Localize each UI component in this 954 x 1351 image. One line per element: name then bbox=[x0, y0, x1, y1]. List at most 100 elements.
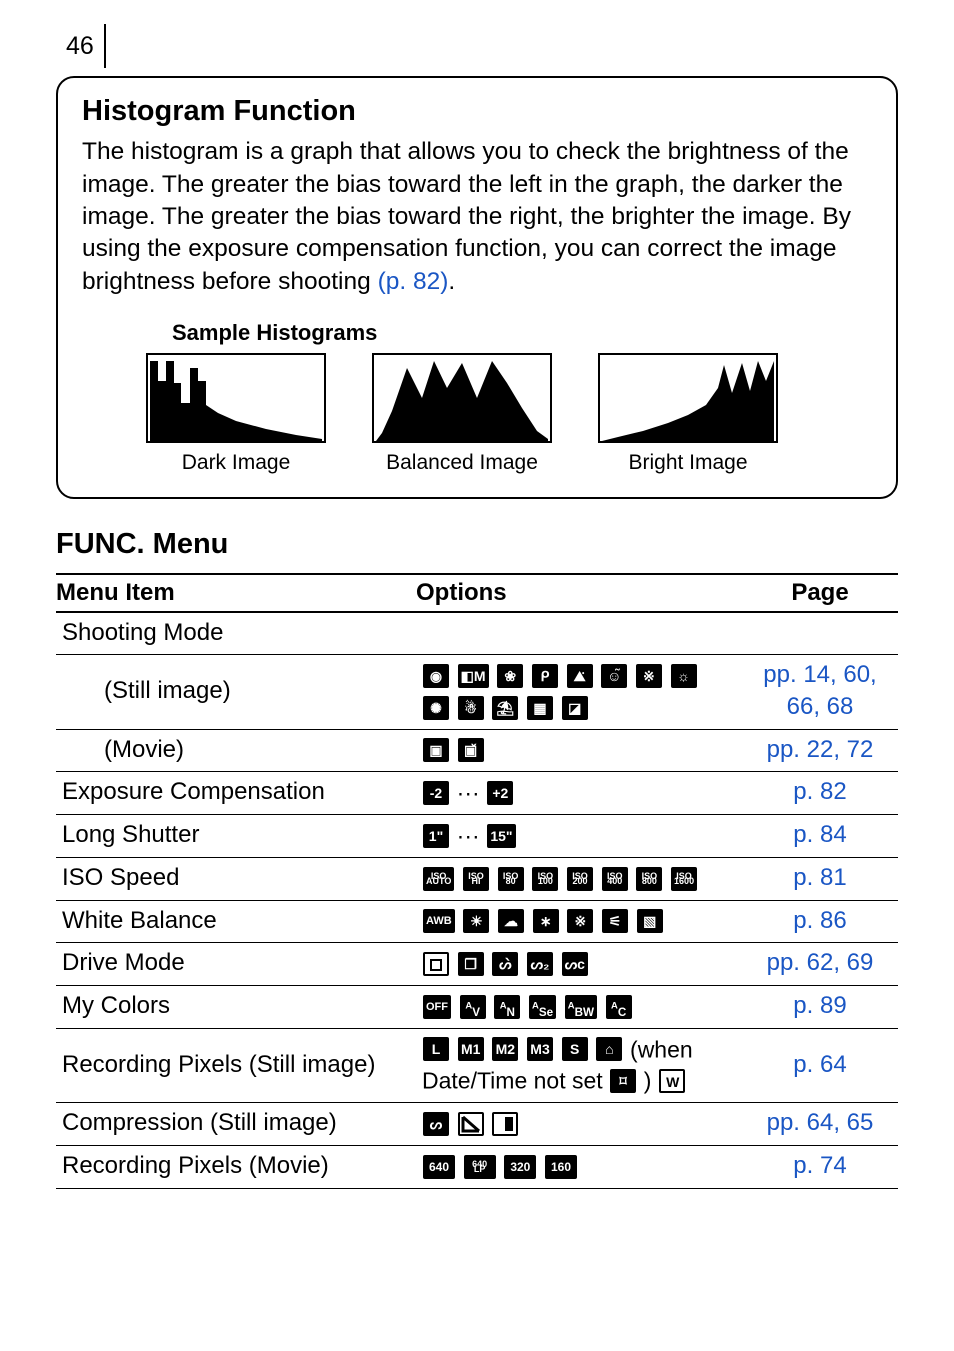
cell-rec-px-still-page[interactable]: p. 64 bbox=[742, 1028, 898, 1103]
movpx-640lp-icon: 640LP bbox=[464, 1155, 496, 1179]
movie-standard-icon: ▣ bbox=[423, 738, 449, 762]
comp-fine-icon bbox=[458, 1112, 484, 1136]
comp-superfine-icon: ᔕ bbox=[423, 1112, 449, 1136]
cell-rec-px-movie-label: Recording Pixels (Movie) bbox=[56, 1145, 416, 1188]
exp-minus-icon: -2 bbox=[423, 781, 449, 805]
wb-fluorescent-h-icon: ⚟ bbox=[602, 909, 628, 933]
histogram-dark-icon bbox=[146, 353, 326, 443]
cell-compression-label: Compression (Still image) bbox=[56, 1103, 416, 1146]
recpx-m3-icon: M3 bbox=[527, 1037, 553, 1061]
cell-rec-px-movie-options: 640 640LP 320 160 bbox=[416, 1145, 742, 1188]
cell-long-shutter-page[interactable]: p. 84 bbox=[742, 815, 898, 858]
recpx-s-icon: S bbox=[562, 1037, 588, 1061]
info-box-tail: . bbox=[448, 268, 455, 295]
row-drive: Drive Mode ❐ ᔕ̀ ᔕ₂ ᔕc pp. 62, 69 bbox=[56, 943, 898, 986]
recpx-m1-icon: M1 bbox=[458, 1037, 484, 1061]
cell-still-label: (Still image) bbox=[56, 655, 416, 729]
cell-movie-options: ▣ ▣̌ bbox=[416, 729, 742, 772]
row-exp-comp: Exposure Compensation -2 ··· +2 p. 82 bbox=[56, 772, 898, 815]
cell-exp-comp-options: -2 ··· +2 bbox=[416, 772, 742, 815]
cell-my-colors-label: My Colors bbox=[56, 985, 416, 1028]
mc-custom-icon: ᴬC bbox=[606, 995, 632, 1019]
cell-still-page[interactable]: pp. 14, 60, 66, 68 bbox=[742, 655, 898, 729]
cell-iso-page[interactable]: p. 81 bbox=[742, 857, 898, 900]
table-header-options: Options bbox=[416, 574, 742, 612]
cell-movie-page[interactable]: pp. 22, 72 bbox=[742, 729, 898, 772]
mode-beach-icon: ⛱ bbox=[492, 696, 518, 720]
mode-portrait-icon: ᑭ bbox=[532, 664, 558, 688]
recpx-wide-icon: W bbox=[659, 1069, 685, 1093]
mode-night-snapshot-icon: ⛰̇ bbox=[567, 664, 593, 688]
comp-normal-icon bbox=[492, 1112, 518, 1136]
mc-off-icon: OFF bbox=[423, 995, 451, 1019]
exp-plus-icon: +2 bbox=[487, 781, 513, 805]
cell-long-shutter-options: 1" ··· 15" bbox=[416, 815, 742, 858]
cell-compression-options: ᔕ bbox=[416, 1103, 742, 1146]
cell-wb-label: White Balance bbox=[56, 900, 416, 943]
wb-fluorescent-icon: ※ bbox=[567, 909, 593, 933]
row-still-image: (Still image) ◉ ◧M ❀ ᑭ ⛰̇ ☺̃ ※ ☼ ✺ ☃ ⛱ ▦… bbox=[56, 655, 898, 729]
cell-exp-comp-page[interactable]: p. 82 bbox=[742, 772, 898, 815]
info-box-link[interactable]: (p. 82) bbox=[378, 268, 449, 295]
histogram-dark-caption: Dark Image bbox=[146, 449, 326, 477]
info-box-text: The histogram is a graph that allows you… bbox=[82, 138, 851, 294]
histogram-bright: Bright Image bbox=[598, 353, 778, 477]
mode-iso-icon: ◪ bbox=[562, 696, 588, 720]
row-my-colors: My Colors OFF ᴬV ᴬN ᴬSe ᴬBW ᴬC p. 89 bbox=[56, 985, 898, 1028]
wb-cloudy-icon: ☁ bbox=[498, 909, 524, 933]
recpx-postcard-icon: ⌂ bbox=[596, 1037, 622, 1061]
row-long-shutter: Long Shutter 1" ··· 15" p. 84 bbox=[56, 815, 898, 858]
drive-single-icon bbox=[423, 952, 449, 976]
recpx-annotation2: ) bbox=[644, 1068, 652, 1094]
header-rule bbox=[104, 24, 106, 68]
row-compression: Compression (Still image) ᔕ pp. 64, 65 bbox=[56, 1103, 898, 1146]
table-header-menu: Menu Item bbox=[56, 574, 416, 612]
iso-800-icon: ISO800 bbox=[636, 867, 662, 891]
drive-timer2-icon: ᔕ₂ bbox=[527, 952, 553, 976]
iso-auto-icon: ISOAUTO bbox=[423, 867, 454, 891]
wb-daylight-icon: ☀ bbox=[463, 909, 489, 933]
cell-my-colors-options: OFF ᴬV ᴬN ᴬSe ᴬBW ᴬC bbox=[416, 985, 742, 1028]
mode-macro-icon: ❀ bbox=[497, 664, 523, 688]
cell-compression-page[interactable]: pp. 64, 65 bbox=[742, 1103, 898, 1146]
cell-my-colors-page[interactable]: p. 89 bbox=[742, 985, 898, 1028]
cell-wb-page[interactable]: p. 86 bbox=[742, 900, 898, 943]
wb-tungsten-icon: ∗ bbox=[533, 909, 559, 933]
page-number: 46 bbox=[66, 30, 94, 63]
movpx-160-icon: 160 bbox=[545, 1155, 577, 1179]
func-menu-title: FUNC. Menu bbox=[56, 525, 898, 563]
cell-exp-comp-label: Exposure Compensation bbox=[56, 772, 416, 815]
mc-bw-icon: ᴬBW bbox=[565, 995, 597, 1019]
iso-200-icon: ISO200 bbox=[567, 867, 593, 891]
cell-shooting-mode-label: Shooting Mode bbox=[56, 612, 416, 655]
mc-neutral-icon: ᴬN bbox=[494, 995, 520, 1019]
wb-awb-icon: AWB bbox=[423, 909, 455, 933]
histogram-balanced: Balanced Image bbox=[372, 353, 552, 477]
table-header-page: Page bbox=[742, 574, 898, 612]
exp-sep: ··· bbox=[457, 780, 480, 806]
cell-iso-options: ISOAUTO ISOHI ISO80 ISO100 ISO200 ISO400… bbox=[416, 857, 742, 900]
mode-sunset-icon: ☼ bbox=[671, 664, 697, 688]
histogram-bright-caption: Bright Image bbox=[598, 449, 778, 477]
cell-still-options: ◉ ◧M ❀ ᑭ ⛰̇ ☺̃ ※ ☼ ✺ ☃ ⛱ ▦ ◪ bbox=[416, 655, 742, 729]
movpx-640-icon: 640 bbox=[423, 1155, 455, 1179]
drive-continuous-icon: ❐ bbox=[458, 952, 484, 976]
wb-custom-icon: ▧ bbox=[637, 909, 663, 933]
cell-drive-page[interactable]: pp. 62, 69 bbox=[742, 943, 898, 986]
mode-fireworks-icon: ✺ bbox=[423, 696, 449, 720]
cell-rec-px-movie-page[interactable]: p. 74 bbox=[742, 1145, 898, 1188]
mc-sepia-icon: ᴬSe bbox=[529, 995, 556, 1019]
movie-compact-icon: ▣̌ bbox=[458, 738, 484, 762]
movpx-320-icon: 320 bbox=[504, 1155, 536, 1179]
iso-1600-icon: ISO1600 bbox=[671, 867, 697, 891]
cell-drive-options: ❐ ᔕ̀ ᔕ₂ ᔕc bbox=[416, 943, 742, 986]
row-wb: White Balance AWB ☀ ☁ ∗ ※ ⚟ ▧ p. 86 bbox=[56, 900, 898, 943]
cell-iso-label: ISO Speed bbox=[56, 857, 416, 900]
row-shooting-mode: Shooting Mode bbox=[56, 612, 898, 655]
row-movie: (Movie) ▣ ▣̌ pp. 22, 72 bbox=[56, 729, 898, 772]
drive-timer10-icon: ᔕ̀ bbox=[492, 952, 518, 976]
histogram-balanced-icon bbox=[372, 353, 552, 443]
cell-long-shutter-label: Long Shutter bbox=[56, 815, 416, 858]
sample-histograms-label: Sample Histograms bbox=[172, 318, 872, 347]
shutter-max-icon: 15" bbox=[487, 824, 515, 848]
